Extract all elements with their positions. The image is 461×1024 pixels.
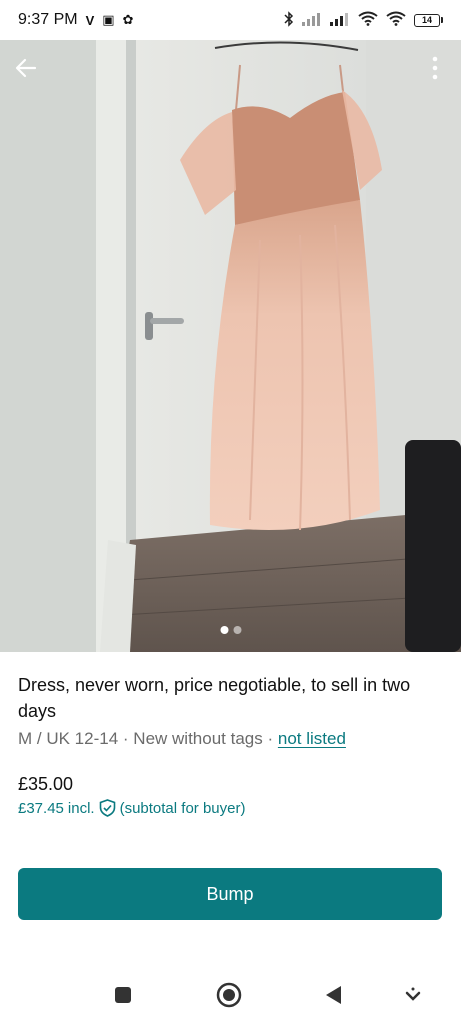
battery-level: 14 [414, 13, 440, 27]
bump-button[interactable]: Bump [18, 868, 442, 920]
subtotal-label: (subtotal for buyer) [119, 799, 246, 817]
status-left: 9:37 PM V ▣ ✿ [18, 11, 133, 29]
meta-separator: · [267, 729, 274, 748]
status-right: 14 [284, 10, 443, 30]
more-vertical-icon [432, 56, 438, 85]
wifi-icon-1 [358, 11, 378, 29]
pagination-dot[interactable] [233, 626, 241, 634]
photo-pagination [220, 626, 241, 634]
back-button[interactable] [4, 48, 48, 92]
home-circle-icon [216, 982, 242, 1013]
vpn-icon: V [85, 12, 95, 28]
listing-title: Dress, never worn, price negotiable, to … [18, 675, 411, 721]
listing-price: £35.00 [18, 774, 74, 794]
dress-photo-image [0, 40, 461, 652]
notification-icon: ▣ [102, 12, 115, 27]
nav-extra-button[interactable] [398, 982, 428, 1012]
chevron-down-icon [405, 987, 421, 1008]
buyer-protection-shield-icon [99, 799, 116, 817]
meta-separator: · [122, 729, 129, 748]
price-incl-row[interactable]: £37.45 incl. (subtotal for buyer) [18, 799, 443, 817]
listing-size: M / UK 12-14 [18, 729, 119, 748]
price-incl-value: £37.45 [18, 799, 64, 817]
bluetooth-icon [284, 10, 294, 30]
signal-icon-2 [330, 12, 350, 29]
home-button[interactable] [214, 982, 244, 1012]
listing-details: Dress, never worn, price negotiable, to … [0, 652, 461, 817]
status-time: 9:37 PM [18, 11, 78, 28]
system-back-button[interactable] [318, 982, 348, 1012]
battery-icon: 14 [414, 13, 443, 27]
system-nav-bar [0, 968, 461, 1024]
settings-icon: ✿ [122, 12, 134, 27]
listing-photo[interactable] [0, 40, 461, 652]
recents-button[interactable] [108, 982, 138, 1012]
signal-icon-1 [302, 12, 322, 29]
wifi-icon-2 [386, 11, 406, 29]
pagination-dot-active[interactable] [220, 626, 228, 634]
square-icon [114, 986, 132, 1009]
back-arrow-icon [15, 57, 37, 84]
more-options-button[interactable] [413, 48, 457, 92]
triangle-back-icon [323, 984, 343, 1011]
listing-meta: M / UK 12-14 · New without tags · not li… [18, 728, 443, 750]
listing-condition: New without tags [133, 729, 263, 748]
status-bar: 9:37 PM V ▣ ✿ 14 [0, 0, 461, 40]
price-incl-label: incl. [67, 799, 95, 817]
listing-status-link[interactable]: not listed [278, 729, 346, 748]
